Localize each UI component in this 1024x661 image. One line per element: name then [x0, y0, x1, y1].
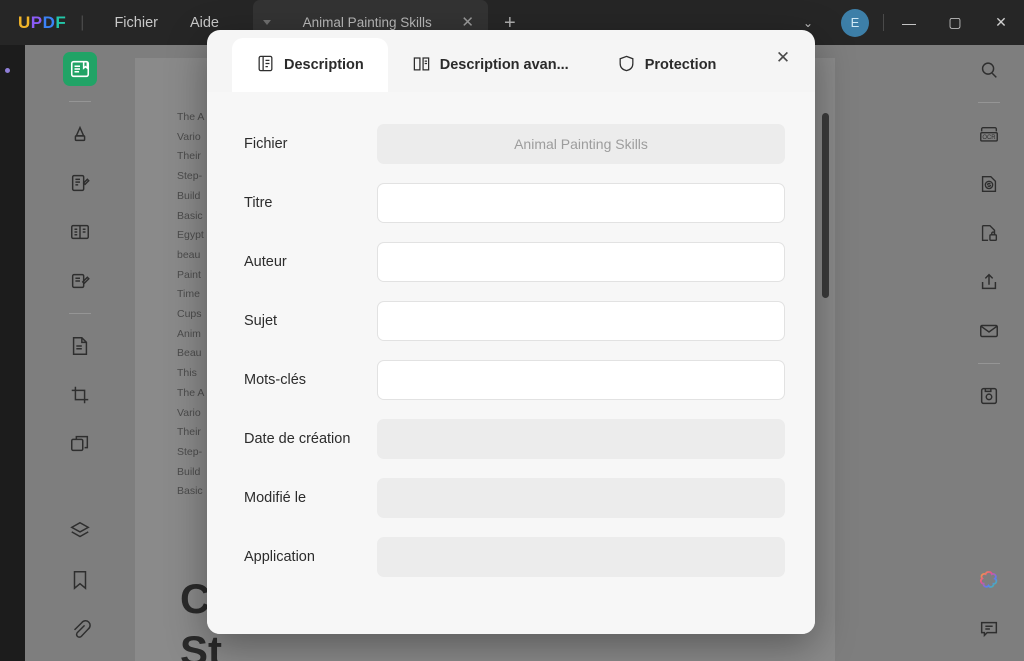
sidebar-page-tools-icon[interactable]	[63, 215, 97, 249]
protect-icon[interactable]	[972, 216, 1006, 250]
field-label-application: Application	[244, 548, 315, 565]
field-row-date-creation: Date de création	[244, 409, 785, 468]
window-controls-divider	[883, 14, 884, 31]
field-row-titre: Titre	[244, 173, 785, 232]
field-label-fichier: Fichier	[244, 135, 288, 152]
ai-icon[interactable]	[972, 563, 1006, 597]
logo-letter-d: D	[42, 12, 56, 32]
sidebar-crop-icon[interactable]	[63, 378, 97, 412]
share-icon[interactable]	[972, 265, 1006, 299]
sidebar-bookmark-icon[interactable]	[63, 563, 97, 597]
window-controls: ⌄ E — ▢ ✕	[789, 0, 1024, 45]
field-label-titre: Titre	[244, 194, 273, 211]
comment-icon[interactable]	[972, 612, 1006, 646]
save-icon[interactable]	[972, 379, 1006, 413]
field-input-auteur[interactable]	[377, 241, 785, 282]
tab-close-icon[interactable]: ✕	[457, 15, 478, 30]
sidebar-attachment-icon[interactable]	[63, 612, 97, 646]
tab-description[interactable]: Description	[232, 38, 388, 92]
left-rail	[0, 45, 25, 661]
sidebar-batch-icon[interactable]	[63, 427, 97, 461]
svg-text:OCR: OCR	[982, 135, 996, 141]
sidebar-reader-icon[interactable]	[63, 52, 97, 86]
document-lines-icon	[256, 54, 275, 77]
avatar[interactable]: E	[841, 8, 869, 37]
tab-protection[interactable]: Protection	[593, 38, 741, 92]
ocr-icon[interactable]: OCR	[972, 118, 1006, 152]
field-label-modifie-le: Modifié le	[244, 489, 307, 506]
logo-letter-u: U	[18, 12, 31, 32]
email-icon[interactable]	[972, 314, 1006, 348]
document-scrollbar[interactable]	[822, 113, 829, 298]
sidebar-edit-pdf-icon[interactable]	[63, 166, 97, 200]
field-row-sujet: Sujet	[244, 291, 785, 350]
tab-description-label: Description	[284, 57, 364, 73]
document-tab-title: Animal Painting Skills	[302, 15, 432, 30]
right-toolbar-divider-1	[978, 102, 1000, 103]
sidebar-form-icon[interactable]	[63, 264, 97, 298]
close-button[interactable]: ✕	[978, 0, 1024, 45]
updf-logo: U P D F	[18, 13, 66, 33]
dialog-form: Fichier Titre Auteur Sujet Mots-clés Dat…	[207, 92, 815, 634]
chevron-down-icon[interactable]: ⌄	[789, 16, 827, 30]
toolbar-divider-2	[69, 313, 91, 314]
minimize-button[interactable]: —	[886, 0, 932, 45]
dialog-tab-bar: Description Description avan... Protecti…	[207, 30, 815, 92]
field-input-fichier	[377, 123, 785, 164]
tab-dropdown-caret-icon[interactable]	[263, 20, 271, 25]
field-row-mots-cles: Mots-clés	[244, 350, 785, 409]
field-label-sujet: Sujet	[244, 312, 278, 329]
sidebar-organize-pages-icon[interactable]	[63, 329, 97, 363]
left-toolbar	[25, 45, 135, 661]
field-input-modifie-le	[377, 477, 785, 518]
field-row-auteur: Auteur	[244, 232, 785, 291]
logo-divider: |	[80, 13, 85, 31]
close-icon[interactable]: ✕	[769, 44, 797, 72]
field-row-modifie-le: Modifié le	[244, 468, 785, 527]
document-properties-dialog: Description Description avan... Protecti…	[207, 30, 815, 634]
field-input-mots-cles[interactable]	[377, 359, 785, 400]
shield-icon	[617, 54, 636, 77]
tab-description-avancee-label: Description avan...	[439, 57, 569, 73]
field-input-titre[interactable]	[377, 182, 785, 223]
maximize-button[interactable]: ▢	[932, 0, 978, 45]
right-toolbar: OCR	[954, 45, 1024, 661]
logo-letter-p: P	[30, 12, 43, 32]
field-label-mots-cles: Mots-clés	[244, 371, 307, 388]
field-row-application: Application	[244, 527, 785, 586]
field-label-date-creation: Date de création	[244, 430, 351, 447]
field-input-application	[377, 536, 785, 577]
search-icon[interactable]	[972, 53, 1006, 87]
open-book-icon	[412, 54, 431, 77]
status-dot	[5, 68, 10, 73]
convert-icon[interactable]	[972, 167, 1006, 201]
sidebar-layers-icon[interactable]	[63, 514, 97, 548]
updf-window: U P D F | Fichier Aide Animal Painting S…	[0, 0, 1024, 661]
right-toolbar-divider-2	[978, 363, 1000, 364]
toolbar-divider-1	[69, 101, 91, 102]
field-input-sujet[interactable]	[377, 300, 785, 341]
field-label-auteur: Auteur	[244, 253, 287, 270]
tab-protection-label: Protection	[644, 57, 717, 73]
field-input-date-creation	[377, 418, 785, 459]
sidebar-annotate-icon[interactable]	[63, 117, 97, 151]
tab-description-avancee[interactable]: Description avan...	[388, 38, 593, 92]
logo-letter-f: F	[55, 12, 67, 32]
field-row-fichier: Fichier	[244, 114, 785, 173]
menu-fichier[interactable]: Fichier	[98, 9, 174, 37]
